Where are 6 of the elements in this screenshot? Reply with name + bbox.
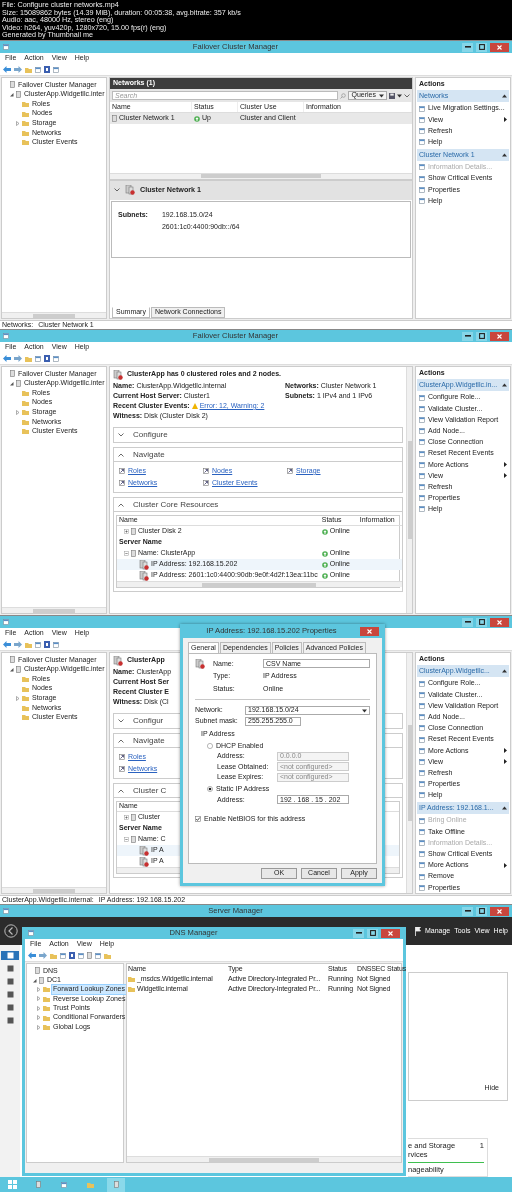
section-title: Navigate: [133, 735, 165, 746]
section-title: Configur: [133, 716, 164, 726]
section-title: Cluster C: [133, 785, 167, 796]
section-title: Cluster Core Resources: [133, 499, 219, 510]
section-title: Navigate: [133, 449, 165, 460]
section-title: Configure: [133, 430, 168, 440]
